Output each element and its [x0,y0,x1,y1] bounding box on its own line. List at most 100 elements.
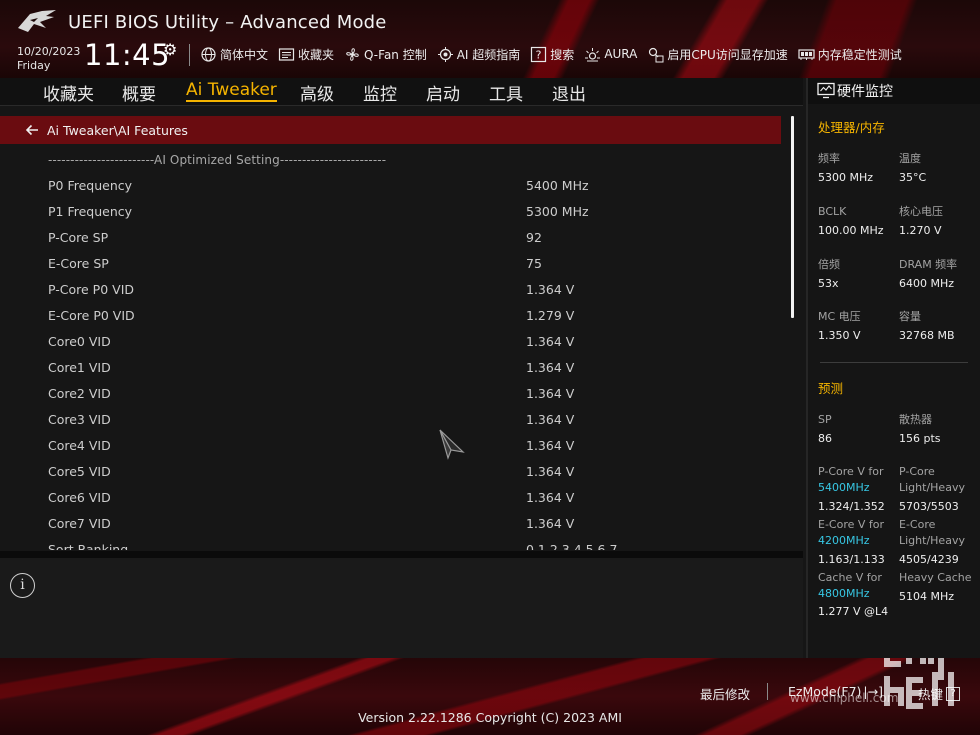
footer-divider [767,683,768,700]
monitor-icon [817,82,835,99]
resizable-bar-button[interactable]: 启用CPU访问显存加速 [647,46,788,63]
setting-row-core5-vid[interactable]: Core5 VID 1.364 V [0,460,781,484]
setting-value: 1.279 V [526,308,575,323]
tab-monitor[interactable]: 监控 [363,80,397,105]
tab-overview[interactable]: 概要 [122,80,156,105]
setting-label: P-Core P0 VID [48,282,135,297]
hw-label-dram-frequency: DRAM 频率 [899,258,958,271]
setting-value: 1.364 V [526,334,575,349]
hw-label-ecore-light-heavy: E-Core Light/Heavy [899,518,965,547]
hw-monitor-title: 硬件监控 [837,84,893,100]
header-divider [189,44,190,66]
setting-row-core2-vid[interactable]: Core2 VID 1.364 V [0,382,781,406]
favorites-button[interactable]: 收藏夹 [278,46,334,63]
setting-value: 75 [526,256,542,271]
setting-value: 0,1,2,3,4,5,6,7 [526,542,618,550]
ai-overclock-icon [437,46,454,63]
setting-row-core0-vid[interactable]: Core0 VID 1.364 V [0,330,781,354]
hw-label-ecore-v: E-Core V for [818,518,885,531]
memory-test-button[interactable]: 内存稳定性测试 [798,46,902,63]
setting-row-core4-vid[interactable]: Core4 VID 1.364 V [0,434,781,458]
clock-time: 11:45 [84,38,171,72]
tab-tool[interactable]: 工具 [489,80,523,105]
aura-icon [584,46,601,63]
list-scrollbar[interactable] [791,116,794,318]
setting-row-core6-vid[interactable]: Core6 VID 1.364 V [0,486,781,510]
setting-label: Core1 VID [48,360,111,375]
search-button[interactable]: ? 搜索 [530,46,574,63]
clock-settings-gear-icon[interactable]: ⚙ [163,40,177,59]
hw-value-ecore-light-heavy: 4505/4239 [899,553,959,566]
setting-row-pcore-p0-vid[interactable]: P-Core P0 VID 1.364 V [0,278,781,302]
hw-value-pcore-v: 1.324/1.352 [818,500,885,513]
setting-row-sort-ranking[interactable]: Sort Ranking 0,1,2,3,4,5,6,7 [0,538,781,550]
back-arrow-icon[interactable] [24,122,40,138]
tab-advanced[interactable]: 高级 [300,80,334,105]
tab-boot[interactable]: 启动 [426,80,460,105]
hw-value-core-voltage: 1.270 V [899,224,942,237]
hw-value-frequency: 5300 MHz [818,171,874,184]
setting-row-p1-frequency[interactable]: P1 Frequency 5300 MHz [0,200,781,224]
memory-test-icon [798,46,815,63]
date-display: 10/20/2023 Friday [17,45,80,73]
tab-exit[interactable]: 退出 [552,80,586,105]
setting-row-ecore-sp[interactable]: E-Core SP 75 [0,252,781,276]
setting-label: P0 Frequency [48,178,133,193]
hw-cpu-memory-heading: 处理器/内存 [818,120,885,135]
hw-label-cache-v: Cache V for [818,571,882,584]
setting-label: Core4 VID [48,438,111,453]
footer-bar: 最后修改 EzMode(F7) |→] 热键 ? www.chiphell.co… [0,658,980,735]
hw-value-heavy-cache: 5104 MHz [899,590,955,603]
setting-row-core3-vid[interactable]: Core3 VID 1.364 V [0,408,781,432]
section-header: ------------------------AI Optimized Set… [48,153,387,167]
hw-freq-cache: 4800MHz [818,587,870,600]
setting-row-core1-vid[interactable]: Core1 VID 1.364 V [0,356,781,380]
setting-value: 5400 MHz [526,178,589,193]
breadcrumb-path: Ai Tweaker\AI Features [47,122,188,138]
hw-value-cache-v: 1.277 V @L4 [818,605,889,618]
setting-label: Core7 VID [48,516,111,531]
language-button[interactable]: 简体中文 [200,46,268,63]
hw-value-dram-frequency: 6400 MHz [899,277,955,290]
setting-row-ecore-p0-vid[interactable]: E-Core P0 VID 1.279 V [0,304,781,328]
setting-label: Core2 VID [48,386,111,401]
hw-value-bclk: 100.00 MHz [818,224,884,237]
aura-button[interactable]: AURA [584,46,637,63]
setting-value: 1.364 V [526,360,575,375]
setting-value: 1.364 V [526,386,575,401]
resizable-bar-icon [647,46,664,63]
ai-oc-guide-button[interactable]: AI 超频指南 [437,46,520,63]
breadcrumb: Ai Tweaker\AI Features [0,116,781,144]
setting-value: 1.364 V [526,516,575,531]
last-modified-button[interactable]: 最后修改 [700,684,750,703]
hw-value-temperature: 35°C [899,171,927,184]
aura-label: AURA [604,47,638,61]
setting-value: 1.364 V [526,412,575,427]
setting-row-core7-vid[interactable]: Core7 VID 1.364 V [0,512,781,536]
version-copyright: Version 2.22.1286 Copyright (C) 2023 AMI [358,710,622,725]
header-toolbar: 简体中文 收藏夹 Q-Fan 控制 AI 超频指南 ? 搜索 AURA 启用CP… [200,44,902,64]
help-info-panel: i [0,558,803,658]
tab-favorites[interactable]: 收藏夹 [43,80,94,105]
main-nav-tabs: 收藏夹 概要 Ai Tweaker 高级 监控 启动 工具 退出 [0,78,803,106]
setting-row-p0-frequency[interactable]: P0 Frequency 5400 MHz [0,174,781,198]
memory-test-label: 内存稳定性测试 [817,47,902,62]
setting-value: 1.364 V [526,490,575,505]
hw-label-sp: SP [818,413,832,426]
hw-label-heavy-cache: Heavy Cache [899,571,972,584]
app-title: UEFI BIOS Utility – Advanced Mode [68,12,387,33]
header-bar: UEFI BIOS Utility – Advanced Mode 10/20/… [0,0,980,78]
setting-value: 1.364 V [526,464,575,479]
language-label: 简体中文 [220,47,269,62]
globe-icon [200,46,217,63]
svg-text:?: ? [536,48,542,61]
hw-label-capacity: 容量 [899,310,921,323]
qfan-button[interactable]: Q-Fan 控制 [344,46,427,63]
hw-label-frequency: 频率 [818,152,840,165]
hw-value-ratio: 53x [818,277,839,290]
hw-label-cooler: 散热器 [899,413,932,426]
tab-ai-tweaker[interactable]: Ai Tweaker [186,80,277,102]
fan-icon [344,46,361,63]
setting-row-pcore-sp[interactable]: P-Core SP 92 [0,226,781,250]
settings-list: ------------------------AI Optimized Set… [0,148,803,550]
